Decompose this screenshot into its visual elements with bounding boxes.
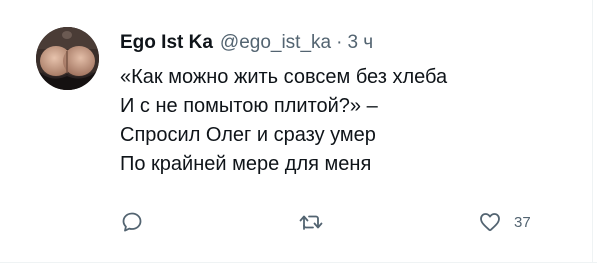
divider [592, 0, 593, 263]
tweet-text: «Как можно жить совсем без хлеба И с не … [120, 63, 560, 179]
avatar-image [36, 27, 99, 90]
separator-dot: · [336, 32, 343, 53]
tweet-actions: 37 [120, 209, 560, 235]
tweet-card[interactable]: Ego Ist Ka @ego_ist_ka · 3 ч «Как можно … [0, 0, 597, 263]
reply-icon [120, 210, 144, 234]
repost-button[interactable] [298, 209, 336, 235]
author-name[interactable]: Ego Ist Ka [120, 31, 213, 55]
heart-icon [478, 210, 502, 234]
tweet-text-line: «Как можно жить совсем без хлеба [120, 66, 448, 88]
tweet-header: Ego Ist Ka @ego_ist_ka · 3 ч [120, 31, 373, 55]
author-handle[interactable]: @ego_ist_ka [220, 31, 331, 55]
tweet-text-line: По крайней мере для меня [120, 153, 372, 175]
like-button[interactable]: 37 [478, 209, 531, 235]
tweet-text-line: Спросил Олег и сразу умер [120, 124, 376, 146]
like-count: 37 [514, 213, 531, 231]
timestamp[interactable]: 3 ч [347, 31, 373, 55]
avatar[interactable] [36, 27, 99, 90]
tweet-text-line: И с не помытою плитой?» – [120, 95, 378, 117]
reply-button[interactable] [120, 209, 156, 235]
repost-icon [298, 210, 324, 234]
